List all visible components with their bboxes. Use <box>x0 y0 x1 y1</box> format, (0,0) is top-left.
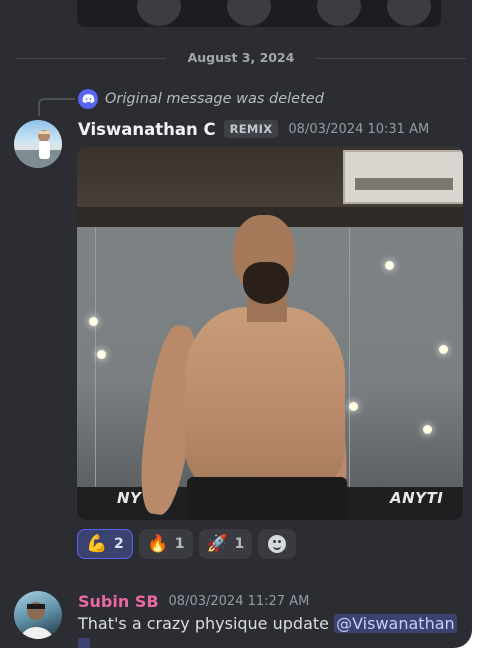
message-header: Viswanathan C REMIX 08/03/2024 10:31 AM <box>78 118 429 140</box>
reaction-flexed-biceps[interactable]: 💪 2 <box>77 529 133 559</box>
avatar[interactable] <box>14 120 62 168</box>
add-reaction-button[interactable] <box>258 529 297 559</box>
reply-preview[interactable]: Original message was deleted <box>78 89 324 109</box>
message-header: Subin SB 08/03/2024 11:27 AM <box>78 590 309 612</box>
avatar[interactable] <box>14 591 62 639</box>
message-text: That's a crazy physique update <box>78 614 335 633</box>
reaction-fire[interactable]: 🔥 1 <box>138 529 193 559</box>
reaction-count: 1 <box>234 536 245 552</box>
reaction-count: 1 <box>174 536 185 552</box>
user-mention-continuation[interactable] <box>78 638 90 648</box>
reaction-count: 2 <box>114 536 124 552</box>
previous-message-image[interactable] <box>77 0 441 27</box>
gym-sign-left: NY <box>117 489 142 507</box>
server-tag[interactable]: REMIX <box>223 120 279 138</box>
date-divider-label: August 3, 2024 <box>177 50 305 65</box>
fire-icon: 🔥 <box>147 534 169 554</box>
author-name[interactable]: Viswanathan C <box>78 120 216 139</box>
reply-text: Original message was deleted <box>105 91 324 107</box>
chat-window: August 3, 2024 Original message was dele… <box>0 0 472 648</box>
author-name[interactable]: Subin SB <box>78 592 159 611</box>
user-mention[interactable]: @Viswanathan <box>334 614 457 633</box>
message-timestamp: 08/03/2024 10:31 AM <box>288 121 430 137</box>
air-conditioner <box>343 150 463 204</box>
discord-icon <box>78 89 98 109</box>
reaction-rocket[interactable]: 🚀 1 <box>198 529 253 559</box>
reply-connector <box>38 98 75 116</box>
date-divider: August 3, 2024 <box>16 48 466 68</box>
smile-icon <box>268 535 287 553</box>
message-timestamp: 08/03/2024 11:27 AM <box>168 593 310 609</box>
rocket-icon: 🚀 <box>206 534 229 554</box>
gym-sign-right: ANYTI <box>390 489 444 507</box>
message-image[interactable]: NY ANYTI <box>77 147 463 520</box>
flexed-biceps-icon: 💪 <box>86 534 108 554</box>
message-content: That's a crazy physique update @Viswanat… <box>78 614 457 633</box>
reactions-bar: 💪 2 🔥 1 🚀 1 <box>77 529 297 559</box>
